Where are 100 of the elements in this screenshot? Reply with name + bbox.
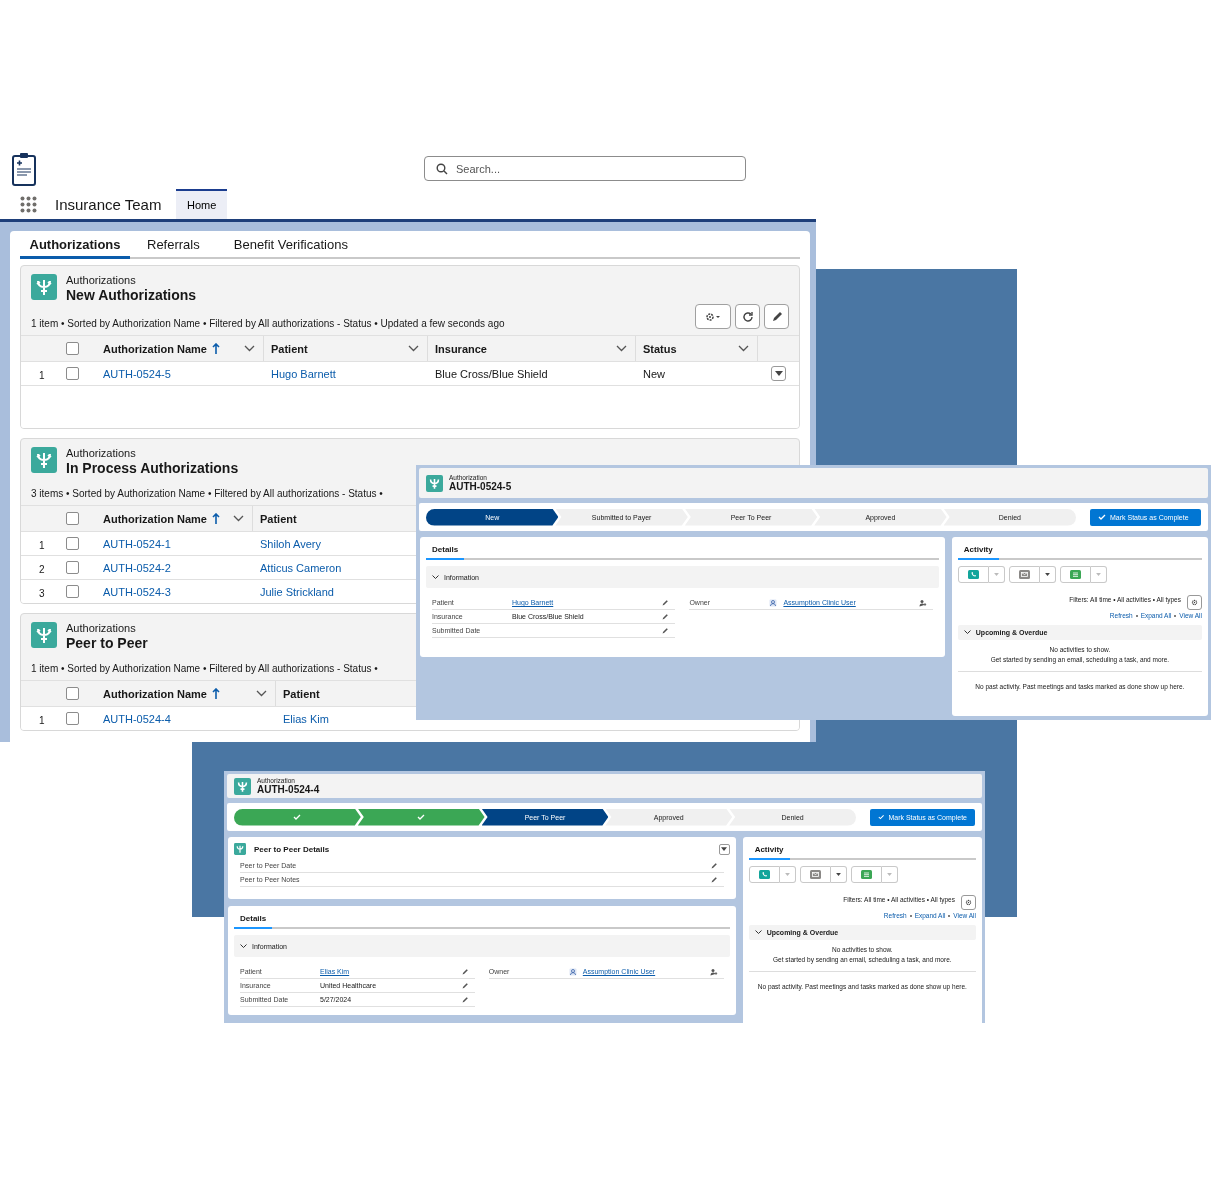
row-checkbox[interactable] — [66, 367, 79, 380]
dropdown-button[interactable] — [1039, 566, 1056, 583]
search-icon — [436, 163, 448, 175]
path-stage[interactable] — [234, 808, 361, 826]
column-header[interactable]: Patient — [260, 512, 297, 525]
app-launcher-icon[interactable] — [20, 196, 37, 213]
separator-dot — [948, 914, 951, 917]
record-link[interactable]: AUTH-0524-2 — [103, 561, 171, 574]
page-tab[interactable]: Benefit Verifications — [233, 235, 348, 259]
envelope-icon — [1018, 570, 1030, 579]
chevron-down-icon[interactable] — [738, 345, 749, 352]
card-title: Peer to Peer Details — [254, 844, 331, 854]
settings-button[interactable] — [695, 304, 731, 329]
select-all-checkbox[interactable] — [66, 512, 79, 525]
checkmark-icon — [293, 814, 302, 820]
envelope-icon — [809, 870, 821, 879]
chevron-down-icon — [240, 943, 247, 949]
caret-down-icon — [1095, 573, 1101, 576]
row-checkbox[interactable] — [66, 712, 79, 725]
chevron-down-icon[interactable] — [256, 690, 267, 697]
log-call-button[interactable] — [957, 566, 989, 583]
column-header[interactable]: Authorization Name — [103, 687, 220, 700]
record-link[interactable]: AUTH-0524-1 — [103, 537, 171, 550]
checkmark-icon — [1098, 514, 1106, 520]
chevron-down-icon[interactable] — [616, 345, 627, 352]
trident-icon — [31, 274, 57, 300]
dropdown-button[interactable] — [830, 866, 847, 883]
row-number: 1 — [39, 369, 45, 381]
sort-arrow-icon — [211, 688, 220, 699]
chevron-down-icon — [963, 630, 971, 635]
record-link[interactable]: Hugo Barnett — [271, 367, 336, 380]
list-summary: 1 item • Sorted by Authorization Name • Filtered by All authorizations - Status • Updated a few seconds ago — [31, 318, 505, 329]
details-tab[interactable]: Details — [426, 545, 465, 560]
checkmark-icon — [417, 814, 426, 820]
record-link[interactable]: AUTH-0524-4 — [103, 712, 171, 725]
caret-down-icon — [886, 873, 892, 876]
column-header[interactable]: Patient — [271, 342, 308, 355]
column-header[interactable]: Insurance — [435, 342, 487, 355]
new-task-button[interactable] — [1059, 566, 1091, 583]
change-owner-icon[interactable] — [709, 967, 718, 976]
card-menu-button[interactable] — [718, 843, 730, 855]
record-link[interactable]: Atticus Cameron — [260, 561, 342, 574]
record-title: AUTH-0524-4 — [257, 784, 320, 795]
log-call-button[interactable] — [748, 866, 780, 883]
record-link[interactable]: AUTH-0524-5 — [103, 367, 171, 380]
trident-icon — [234, 777, 251, 795]
column-header[interactable]: Authorization Name — [103, 512, 220, 525]
row-checkbox[interactable] — [66, 585, 79, 598]
row-checkbox[interactable] — [66, 561, 79, 574]
settings-button[interactable] — [961, 895, 976, 910]
user-icon — [568, 967, 577, 976]
new-task-button[interactable] — [850, 866, 882, 883]
phone-icon — [758, 870, 770, 879]
gear-icon — [1191, 599, 1198, 606]
page-tab[interactable]: Authorizations — [20, 235, 130, 259]
table-cell: Blue Cross/Blue Shield — [435, 367, 548, 380]
table-cell: New — [643, 367, 665, 380]
page-tab[interactable]: Referrals — [147, 235, 200, 259]
row-number: 3 — [39, 587, 45, 599]
trident-icon — [31, 622, 57, 648]
activity-tab[interactable]: Activity — [748, 845, 790, 860]
clipboard-icon — [12, 152, 36, 186]
separator-dot — [909, 914, 912, 917]
edit-button[interactable] — [764, 304, 789, 329]
change-owner-icon[interactable] — [918, 598, 927, 607]
chevron-down-icon[interactable] — [233, 515, 244, 522]
caret-down-icon — [774, 371, 783, 376]
gear-icon — [705, 311, 721, 322]
caret-down-icon — [835, 873, 841, 876]
nav-tab[interactable]: Home — [176, 189, 228, 219]
user-icon — [769, 598, 778, 607]
column-header[interactable]: Patient — [283, 687, 320, 700]
details-tab[interactable]: Details — [234, 914, 273, 929]
chevron-down-icon[interactable] — [408, 345, 419, 352]
column-header[interactable]: Authorization Name — [103, 342, 220, 355]
search-field[interactable]: Search... — [424, 156, 746, 181]
refresh-button[interactable] — [735, 304, 760, 329]
row-actions-button[interactable] — [771, 366, 786, 381]
chevron-down-icon[interactable] — [244, 345, 255, 352]
record-link[interactable]: AUTH-0524-3 — [103, 585, 171, 598]
list-view-title: Peer to Peer — [66, 635, 148, 652]
record-link[interactable]: Julie Strickland — [260, 585, 334, 598]
activity-tab[interactable]: Activity — [957, 545, 999, 560]
path-stage[interactable] — [357, 808, 485, 826]
list-summary: 1 item • Sorted by Authorization Name • Filtered by All authorizations - Status • — [31, 663, 378, 674]
row-checkbox[interactable] — [66, 537, 79, 550]
phone-icon — [967, 570, 979, 579]
record-link[interactable]: Shiloh Avery — [260, 537, 321, 550]
select-all-checkbox[interactable] — [66, 342, 79, 355]
object-label: Authorizations — [66, 447, 137, 460]
email-button[interactable] — [799, 866, 831, 883]
record-link[interactable]: Elias Kim — [283, 712, 329, 725]
caret-down-icon — [993, 573, 999, 576]
record-title: AUTH-0524-5 — [449, 481, 512, 492]
select-all-checkbox[interactable] — [66, 687, 79, 700]
column-header[interactable]: Status — [643, 342, 677, 355]
checklist-icon — [860, 870, 872, 879]
row-number: 1 — [39, 714, 45, 726]
settings-button[interactable] — [1187, 595, 1202, 610]
email-button[interactable] — [1008, 566, 1040, 583]
